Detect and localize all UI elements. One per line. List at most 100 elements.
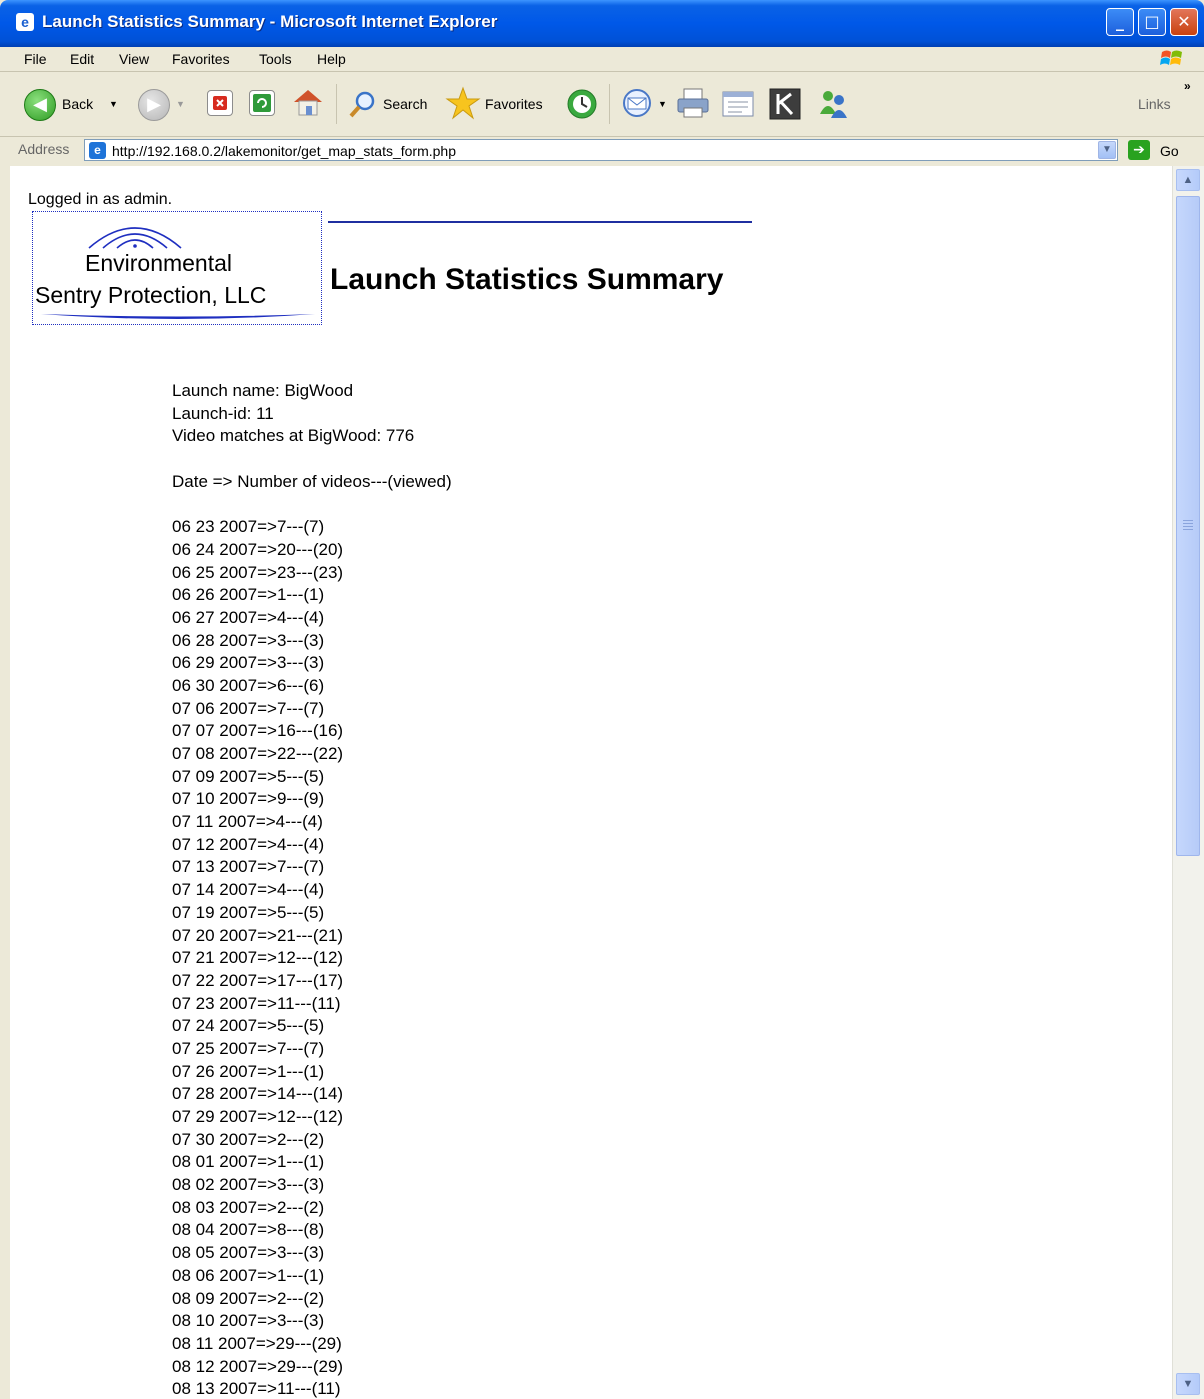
logged-in-text: Logged in as admin. — [28, 191, 173, 208]
toolbar-overflow-icon[interactable]: » — [1184, 79, 1191, 93]
logo-swoosh — [41, 314, 315, 319]
thumb-grip — [1183, 526, 1193, 527]
forward-dropdown-icon[interactable]: ▼ — [176, 99, 185, 109]
list-item: 07 22 2007=>17---(17) — [172, 970, 344, 990]
list-item: 08 01 2007=>1---(1) — [172, 1152, 325, 1172]
list-item: 08 11 2007=>29---(29) — [172, 1333, 342, 1353]
maximize-button[interactable]: □ — [1138, 8, 1166, 36]
scroll-down-button[interactable]: ▼ — [1176, 1373, 1200, 1395]
search-icon[interactable] — [346, 88, 378, 120]
list-item: 08 13 2007=>11---(11) — [172, 1379, 341, 1399]
menu-favorites[interactable]: Favorites — [172, 51, 230, 67]
scroll-up-button[interactable]: ▲ — [1176, 169, 1200, 191]
mail-icon[interactable] — [620, 87, 656, 119]
list-item: 08 02 2007=>3---(3) — [172, 1175, 325, 1195]
logo-text-line1: Environmental — [85, 250, 233, 276]
video-matches: Video matches at BigWood: 776 — [172, 426, 415, 446]
list-item: 07 07 2007=>16---(16) — [172, 721, 344, 741]
page-title: Launch Statistics Summary — [330, 263, 724, 296]
print-icon[interactable] — [675, 86, 711, 120]
company-logo[interactable]: Environmental Sentry Protection, LLC — [32, 211, 322, 325]
list-item: 07 30 2007=>2---(2) — [172, 1129, 325, 1149]
list-item: 06 28 2007=>3---(3) — [172, 630, 325, 650]
refresh-icon — [253, 94, 271, 112]
menu-file[interactable]: File — [24, 51, 47, 67]
list-item: 08 12 2007=>29---(29) — [172, 1356, 344, 1376]
back-dropdown-icon[interactable]: ▼ — [109, 99, 118, 109]
stats-block: Launch name: BigWood Launch-id: 11 Video… — [172, 380, 452, 1399]
signal-waves-icon — [88, 227, 182, 249]
search-button[interactable]: Search — [383, 96, 427, 112]
list-item: 07 28 2007=>14---(14) — [172, 1084, 344, 1104]
back-label[interactable]: Back — [62, 96, 93, 112]
list-item: 08 06 2007=>1---(1) — [172, 1265, 325, 1285]
edit-icon[interactable] — [720, 88, 756, 120]
list-item: 07 10 2007=>9---(9) — [172, 789, 325, 809]
list-item: 07 09 2007=>5---(5) — [172, 766, 325, 786]
menu-view[interactable]: View — [119, 51, 149, 67]
go-arrow-icon[interactable]: ➔ — [1128, 140, 1150, 160]
close-icon: ✕ — [1177, 12, 1191, 31]
windows-logo-icon — [1160, 50, 1182, 65]
scroll-thumb[interactable] — [1176, 196, 1200, 856]
list-item: 06 27 2007=>4---(4) — [172, 607, 325, 627]
home-button[interactable] — [290, 86, 326, 118]
list-item: 07 24 2007=>5---(5) — [172, 1016, 325, 1036]
favorites-button[interactable]: Favorites — [485, 96, 543, 112]
forward-arrow-icon: ▶ — [147, 94, 161, 115]
launch-id: Launch-id: 11 — [172, 403, 274, 423]
list-item: 07 19 2007=>5---(5) — [172, 902, 325, 922]
list-item: 08 10 2007=>3---(3) — [172, 1311, 325, 1331]
page-content: Logged in as admin. Environmental Sentry… — [10, 166, 1172, 1399]
thumb-grip — [1183, 529, 1193, 530]
menu-bar: File Edit View Favorites Tools Help — [0, 47, 1204, 72]
list-item: 06 24 2007=>20---(20) — [172, 539, 344, 559]
vertical-scrollbar[interactable]: ▲ ▼ — [1172, 166, 1204, 1399]
menu-help[interactable]: Help — [317, 51, 346, 67]
messenger-icon[interactable] — [815, 86, 851, 122]
close-button[interactable]: ✕ — [1170, 8, 1198, 36]
favorites-star-icon[interactable] — [445, 85, 481, 121]
mail-dropdown-icon[interactable]: ▼ — [658, 99, 667, 109]
list-item: 07 14 2007=>4---(4) — [172, 880, 325, 900]
stop-button[interactable] — [207, 90, 233, 116]
list-item: 07 06 2007=>7---(7) — [172, 698, 325, 718]
address-dropdown-icon[interactable]: ▼ — [1098, 141, 1116, 159]
window-title: Launch Statistics Summary - Microsoft In… — [42, 12, 498, 31]
history-icon[interactable] — [565, 87, 599, 121]
forward-button[interactable]: ▶ — [138, 89, 170, 121]
list-item: 07 25 2007=>7---(7) — [172, 1038, 325, 1058]
list-item: 07 13 2007=>7---(7) — [172, 857, 325, 877]
list-item: 07 29 2007=>12---(12) — [172, 1107, 344, 1126]
list-item: 07 12 2007=>4---(4) — [172, 834, 325, 854]
thumb-grip — [1183, 523, 1193, 524]
list-item: 07 26 2007=>1---(1) — [172, 1061, 325, 1081]
title-bar[interactable]: e Launch Statistics Summary - Microsoft … — [0, 0, 1204, 47]
list-item: 07 11 2007=>4---(4) — [172, 812, 323, 832]
list-item: 06 25 2007=>23---(23) — [172, 562, 344, 582]
minimize-icon: _ — [1116, 12, 1124, 31]
address-label: Address — [18, 141, 70, 157]
address-url[interactable]: http://192.168.0.2/lakemonitor/get_map_s… — [112, 143, 456, 159]
list-item: 07 08 2007=>22---(22) — [172, 744, 344, 763]
header-rule — [328, 221, 752, 223]
maximize-icon: □ — [1144, 12, 1160, 31]
back-button[interactable]: ◀ — [24, 89, 56, 121]
menu-edit[interactable]: Edit — [70, 51, 94, 67]
list-item: 06 30 2007=>6---(6) — [172, 675, 325, 695]
discuss-k-icon[interactable] — [768, 87, 802, 121]
launch-name: Launch name: BigWood — [172, 381, 354, 400]
toolbar-separator — [336, 84, 337, 124]
list-item: 06 29 2007=>3---(3) — [172, 653, 325, 673]
refresh-button[interactable] — [249, 90, 275, 116]
list-item: 07 23 2007=>11---(11) — [172, 993, 341, 1013]
menu-tools[interactable]: Tools — [259, 51, 292, 67]
stats-legend: Date => Number of videos---(viewed) — [172, 471, 452, 491]
go-button[interactable]: Go — [1160, 143, 1179, 159]
page-icon: e — [89, 142, 106, 159]
minimize-button[interactable]: _ — [1106, 8, 1134, 36]
list-item: 08 03 2007=>2---(2) — [172, 1197, 325, 1217]
links-button[interactable]: Links — [1138, 96, 1171, 112]
